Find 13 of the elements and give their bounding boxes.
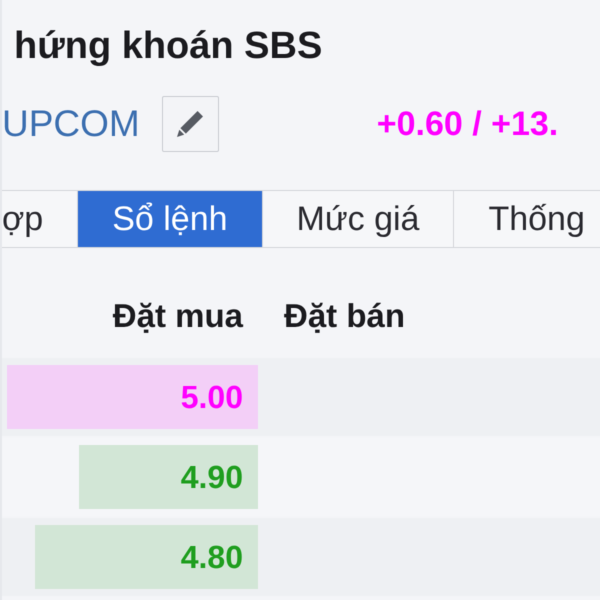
price-change: +0.60 / +13. — [376, 104, 558, 144]
column-header: Đặt bán — [283, 296, 406, 336]
tab[interactable]: Mức giá — [262, 191, 454, 247]
stock-title: hứng khoán SBS — [14, 24, 322, 68]
column-header: Đặt mua — [112, 296, 244, 336]
bid-price: 4.80 — [180, 538, 243, 576]
exchange-label: UPCOM — [2, 103, 140, 145]
pencil-icon — [177, 111, 204, 137]
edit-button[interactable] — [162, 96, 219, 152]
tab[interactable]: Thống — [454, 191, 600, 247]
bid-price: 5.00 — [180, 378, 243, 416]
bid-price: 4.90 — [180, 458, 243, 496]
tab[interactable]: Sổ lệnh — [78, 191, 263, 247]
